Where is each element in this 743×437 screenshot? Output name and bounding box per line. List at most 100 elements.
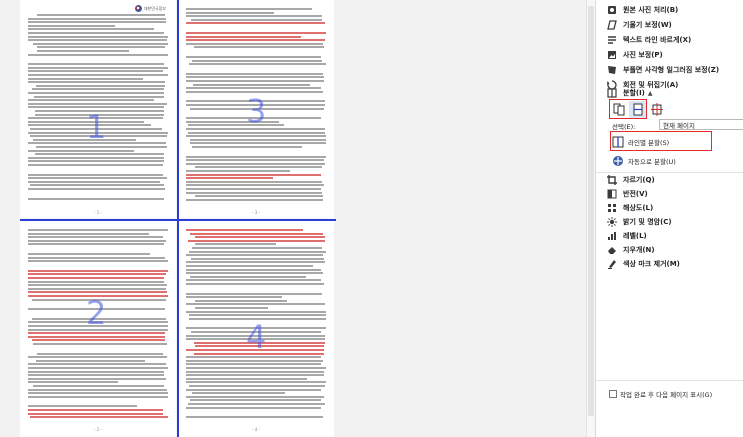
text-line [186,296,282,299]
text-line [28,239,166,242]
text-line [190,142,326,145]
text-line [28,180,160,183]
show-next-page-checkbox[interactable] [609,390,617,398]
text-line [186,155,326,158]
split-grid-button[interactable] [648,101,665,118]
image-canvas[interactable]: 대한민국정부 - 1 - - 3 - - 2 - - 4 - 1 2 3 4 [0,0,595,437]
text-line [32,88,164,91]
text-line [189,63,326,66]
text-line [186,254,323,257]
text-line [186,416,323,419]
text-line [186,39,325,42]
eraser-icon [607,245,617,255]
resolution-icon [607,203,617,213]
text-line [28,332,165,335]
show-next-page-option[interactable]: 작업 완료 후 다음 페이지 표시(G) [609,389,712,399]
text-line-icon [607,35,617,45]
text-line [28,17,166,20]
menu-item-text-line[interactable]: 텍스트 라인 바르게(X) [596,32,743,48]
crop-icon [607,175,617,185]
page-scope-select[interactable]: 현재 페이지 ▼ [659,119,743,130]
text-line [28,177,167,180]
text-line [186,395,324,398]
brightness-icon [607,217,617,227]
text-line [186,72,323,75]
text-line [188,239,325,242]
text-line [28,243,164,246]
text-line [28,277,164,279]
text-line [28,102,167,105]
text-line [28,28,154,31]
menu-label: 밝기 및 명암(C) [623,218,672,226]
skew-icon [607,20,617,30]
menu-item-original-photo[interactable]: 원본 사진 처리(B) [596,2,743,18]
text-line [28,24,115,27]
menu-item-color-mark[interactable]: 색상 마크 제거(M) [596,256,743,272]
canvas-scrollbar[interactable] [586,0,595,437]
page-number: - 4 - [252,427,260,432]
text-line [33,343,167,345]
highlight-box-line-split [610,131,712,151]
auto-split-button[interactable]: 자동으로 분할(U) [612,153,738,168]
text-line [192,392,285,395]
menu-item-distortion[interactable]: 부플면 사각형 일그러짐 보정(Z) [596,62,743,78]
menu-label: 분할(I) [623,89,645,97]
menu-label: 원본 사진 처리(B) [623,6,679,14]
text-line [186,229,303,231]
text-line [37,46,165,49]
text-line [28,392,168,395]
text-line [186,356,321,359]
menu-item-split[interactable]: 분할(I) ▲ [596,86,743,100]
text-line [195,299,287,302]
text-line [186,87,321,90]
text-line [35,153,164,156]
page-number: - 2 - [94,427,102,432]
text-line [28,70,163,73]
text-line [186,363,321,366]
text-line [186,180,322,183]
text-line [28,269,168,272]
text-line [191,18,322,21]
text-line [186,35,301,38]
text-line [28,229,168,231]
menu-item-photo-adjust[interactable]: 사진 보정(P) [596,47,743,63]
text-line [186,80,324,82]
text-line [28,32,164,34]
text-line [28,409,163,411]
menu-label: 부플면 사각형 일그러짐 보정(Z) [623,66,720,74]
divider [596,380,743,381]
text-line [28,287,166,290]
menu-label: 레벨(L) [623,232,647,240]
text-line [28,335,165,338]
text-line [188,124,284,127]
text-line [28,377,166,380]
scrollbar-thumb[interactable] [588,6,594,416]
text-line [28,66,168,69]
text-line [189,314,326,317]
text-line [186,261,325,264]
text-line [186,56,321,58]
text-line [186,162,325,165]
text-line [28,77,143,80]
menu-label: 기울기 보정(W) [623,21,672,29]
text-line [28,149,134,152]
text-line [186,310,326,313]
text-line [193,83,310,86]
text-line [28,280,164,283]
page-number: - 1 - [94,210,102,215]
text-line [192,146,302,148]
text-line [186,173,321,176]
text-line [186,374,324,377]
text-line [28,63,164,66]
menu-item-skew[interactable]: 기울기 보정(W) [596,17,743,33]
split-icon [607,88,617,98]
text-line [186,406,321,409]
menu-label: 텍스트 라인 바르게(X) [623,36,692,44]
select-label: 선택(E): [612,123,636,131]
select-value: 현재 페이지 [663,121,695,130]
text-line [33,138,136,141]
text-line [195,236,325,239]
text-line [186,191,322,194]
horizontal-split-line[interactable] [20,219,336,221]
text-line [28,173,163,176]
